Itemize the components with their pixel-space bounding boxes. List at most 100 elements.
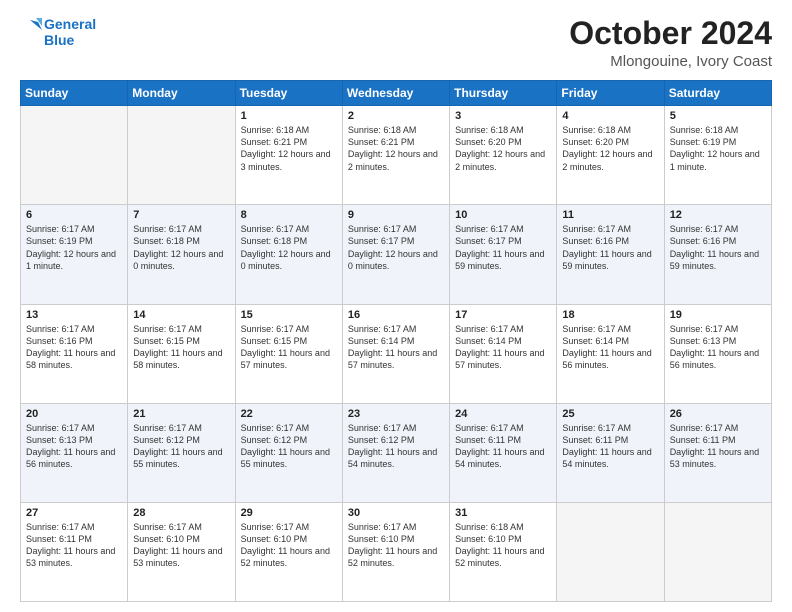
day-number: 19 — [670, 309, 766, 321]
week-row-5: 27Sunrise: 6:17 AM Sunset: 6:11 PM Dayli… — [21, 502, 772, 601]
day-cell: 20 Sunrise: 6:17 AM Sunset: 6:13 PM Dayli… — [21, 403, 128, 502]
day-cell: 5 Sunrise: 6:18 AM Sunset: 6:19 PM Daylig… — [664, 106, 771, 205]
day-cell — [557, 502, 664, 601]
day-number: 13 — [26, 309, 122, 321]
header: General Blue October 2024 Mlongouine, Iv… — [20, 16, 772, 70]
day-cell: 23 Sunrise: 6:17 AM Sunset: 6:12 PM Dayli… — [342, 403, 449, 502]
day-info: Sunrise: 6:17 AM Sunset: 6:16 PM Dayligh… — [670, 223, 766, 272]
day-info: Sunrise: 6:17 AM Sunset: 6:12 PM Dayligh… — [241, 422, 337, 471]
day-number: 14 — [133, 309, 229, 321]
page-subtitle: Mlongouine, Ivory Coast — [569, 53, 772, 70]
day-cell: 25 Sunrise: 6:17 AM Sunset: 6:11 PM Dayli… — [557, 403, 664, 502]
day-number: 17 — [455, 309, 551, 321]
day-cell: 10 Sunrise: 6:17 AM Sunset: 6:17 PM Dayli… — [450, 205, 557, 304]
day-number: 10 — [455, 209, 551, 221]
day-number: 7 — [133, 209, 229, 221]
day-info: Sunrise: 6:17 AM Sunset: 6:14 PM Dayligh… — [455, 323, 551, 372]
logo-line2: Blue — [44, 32, 96, 48]
day-number: 3 — [455, 110, 551, 122]
day-number: 26 — [670, 408, 766, 420]
header-wednesday: Wednesday — [342, 81, 449, 106]
day-info: Sunrise: 6:17 AM Sunset: 6:10 PM Dayligh… — [241, 521, 337, 570]
day-info: Sunrise: 6:18 AM Sunset: 6:19 PM Dayligh… — [670, 124, 766, 173]
day-info: Sunrise: 6:17 AM Sunset: 6:16 PM Dayligh… — [26, 323, 122, 372]
day-info: Sunrise: 6:17 AM Sunset: 6:16 PM Dayligh… — [562, 223, 658, 272]
day-info: Sunrise: 6:17 AM Sunset: 6:14 PM Dayligh… — [562, 323, 658, 372]
day-cell: 11 Sunrise: 6:17 AM Sunset: 6:16 PM Dayli… — [557, 205, 664, 304]
day-info: Sunrise: 6:17 AM Sunset: 6:18 PM Dayligh… — [133, 223, 229, 272]
day-cell: 21 Sunrise: 6:17 AM Sunset: 6:12 PM Dayli… — [128, 403, 235, 502]
day-cell: 2Sunrise: 6:18 AM Sunset: 6:21 PM Daylig… — [342, 106, 449, 205]
day-info: Sunrise: 6:17 AM Sunset: 6:19 PM Dayligh… — [26, 223, 122, 272]
day-cell: 3 Sunrise: 6:18 AM Sunset: 6:20 PM Daylig… — [450, 106, 557, 205]
page-title: October 2024 — [569, 16, 772, 51]
day-cell: 31 Sunrise: 6:18 AM Sunset: 6:10 PM Dayli… — [450, 502, 557, 601]
day-info: Sunrise: 6:17 AM Sunset: 6:11 PM Dayligh… — [562, 422, 658, 471]
week-row-2: 6 Sunrise: 6:17 AM Sunset: 6:19 PM Daylig… — [21, 205, 772, 304]
logo-line1: General — [44, 16, 96, 32]
day-info: Sunrise: 6:17 AM Sunset: 6:13 PM Dayligh… — [670, 323, 766, 372]
day-cell — [664, 502, 771, 601]
day-cell: 30 Sunrise: 6:17 AM Sunset: 6:10 PM Dayli… — [342, 502, 449, 601]
day-number: 6 — [26, 209, 122, 221]
day-number: 22 — [241, 408, 337, 420]
day-cell: 28Sunrise: 6:17 AM Sunset: 6:10 PM Dayli… — [128, 502, 235, 601]
day-info: Sunrise: 6:17 AM Sunset: 6:12 PM Dayligh… — [348, 422, 444, 471]
day-number: 31 — [455, 507, 551, 519]
day-number: 25 — [562, 408, 658, 420]
day-number: 11 — [562, 209, 658, 221]
calendar-table: SundayMondayTuesdayWednesdayThursdayFrid… — [20, 80, 772, 602]
day-cell: 14 Sunrise: 6:17 AM Sunset: 6:15 PM Dayli… — [128, 304, 235, 403]
day-number: 21 — [133, 408, 229, 420]
day-number: 23 — [348, 408, 444, 420]
day-number: 5 — [670, 110, 766, 122]
day-cell: 24Sunrise: 6:17 AM Sunset: 6:11 PM Dayli… — [450, 403, 557, 502]
day-info: Sunrise: 6:17 AM Sunset: 6:18 PM Dayligh… — [241, 223, 337, 272]
day-cell: 17 Sunrise: 6:17 AM Sunset: 6:14 PM Dayli… — [450, 304, 557, 403]
page: General Blue October 2024 Mlongouine, Iv… — [0, 0, 792, 612]
day-info: Sunrise: 6:18 AM Sunset: 6:21 PM Dayligh… — [348, 124, 444, 173]
week-row-3: 13 Sunrise: 6:17 AM Sunset: 6:16 PM Dayli… — [21, 304, 772, 403]
day-cell: 7 Sunrise: 6:17 AM Sunset: 6:18 PM Daylig… — [128, 205, 235, 304]
day-cell: 15Sunrise: 6:17 AM Sunset: 6:15 PM Dayli… — [235, 304, 342, 403]
day-info: Sunrise: 6:17 AM Sunset: 6:13 PM Dayligh… — [26, 422, 122, 471]
day-info: Sunrise: 6:17 AM Sunset: 6:15 PM Dayligh… — [133, 323, 229, 372]
day-cell — [128, 106, 235, 205]
day-number: 8 — [241, 209, 337, 221]
day-cell: 19 Sunrise: 6:17 AM Sunset: 6:13 PM Dayli… — [664, 304, 771, 403]
day-number: 30 — [348, 507, 444, 519]
day-cell: 8 Sunrise: 6:17 AM Sunset: 6:18 PM Daylig… — [235, 205, 342, 304]
day-cell: 6 Sunrise: 6:17 AM Sunset: 6:19 PM Daylig… — [21, 205, 128, 304]
day-cell: 26 Sunrise: 6:17 AM Sunset: 6:11 PM Dayli… — [664, 403, 771, 502]
day-info: Sunrise: 6:17 AM Sunset: 6:12 PM Dayligh… — [133, 422, 229, 471]
day-cell: 1Sunrise: 6:18 AM Sunset: 6:21 PM Daylig… — [235, 106, 342, 205]
day-number: 9 — [348, 209, 444, 221]
week-row-4: 20 Sunrise: 6:17 AM Sunset: 6:13 PM Dayli… — [21, 403, 772, 502]
day-cell: 9Sunrise: 6:17 AM Sunset: 6:17 PM Daylig… — [342, 205, 449, 304]
header-sunday: Sunday — [21, 81, 128, 106]
day-info: Sunrise: 6:17 AM Sunset: 6:11 PM Dayligh… — [670, 422, 766, 471]
day-number: 4 — [562, 110, 658, 122]
day-cell: 16Sunrise: 6:17 AM Sunset: 6:14 PM Dayli… — [342, 304, 449, 403]
day-cell — [21, 106, 128, 205]
header-saturday: Saturday — [664, 81, 771, 106]
logo: General Blue — [20, 16, 96, 48]
day-number: 12 — [670, 209, 766, 221]
day-info: Sunrise: 6:17 AM Sunset: 6:11 PM Dayligh… — [455, 422, 551, 471]
day-number: 1 — [241, 110, 337, 122]
day-number: 29 — [241, 507, 337, 519]
day-info: Sunrise: 6:17 AM Sunset: 6:10 PM Dayligh… — [348, 521, 444, 570]
day-cell: 22 Sunrise: 6:17 AM Sunset: 6:12 PM Dayli… — [235, 403, 342, 502]
day-cell: 27Sunrise: 6:17 AM Sunset: 6:11 PM Dayli… — [21, 502, 128, 601]
header-thursday: Thursday — [450, 81, 557, 106]
day-info: Sunrise: 6:17 AM Sunset: 6:10 PM Dayligh… — [133, 521, 229, 570]
calendar-header-row: SundayMondayTuesdayWednesdayThursdayFrid… — [21, 81, 772, 106]
day-info: Sunrise: 6:17 AM Sunset: 6:14 PM Dayligh… — [348, 323, 444, 372]
day-info: Sunrise: 6:18 AM Sunset: 6:20 PM Dayligh… — [562, 124, 658, 173]
day-info: Sunrise: 6:17 AM Sunset: 6:17 PM Dayligh… — [455, 223, 551, 272]
day-info: Sunrise: 6:18 AM Sunset: 6:10 PM Dayligh… — [455, 521, 551, 570]
day-info: Sunrise: 6:17 AM Sunset: 6:15 PM Dayligh… — [241, 323, 337, 372]
day-info: Sunrise: 6:18 AM Sunset: 6:20 PM Dayligh… — [455, 124, 551, 173]
title-block: October 2024 Mlongouine, Ivory Coast — [569, 16, 772, 70]
day-number: 20 — [26, 408, 122, 420]
